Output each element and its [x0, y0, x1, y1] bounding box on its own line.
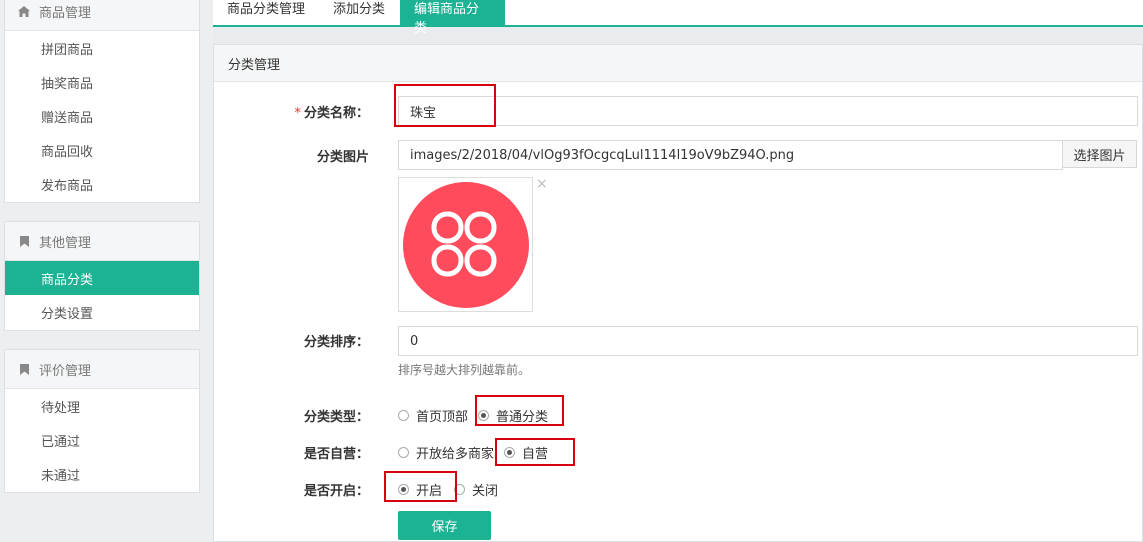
- main-area: 商品分类管理 添加分类 编辑商品分类 分类管理 * 分类名称： 珠宝 分类图片 i…: [213, 0, 1143, 542]
- edit-category-panel: 分类管理 * 分类名称： 珠宝 分类图片 images/2/2018/04/vlO…: [213, 44, 1143, 542]
- sidebar-item-label: 商品回收: [41, 144, 94, 160]
- radio-label: 普通分类: [496, 410, 549, 425]
- sort-input[interactable]: 0: [398, 326, 1138, 356]
- sidebar-item-label: 商品分类: [41, 272, 94, 288]
- sort-help-text: 排序号越大排列越靠前。: [398, 361, 530, 378]
- name-label: * 分类名称：: [249, 102, 369, 121]
- category-image-icon: [403, 182, 529, 308]
- radio-icon: [398, 410, 409, 421]
- sidebar-item-publish-goods[interactable]: 发布商品: [5, 167, 199, 201]
- sidebar-group-other: 其他管理 商品分类 分类设置: [4, 221, 200, 331]
- sort-label-text: 分类排序：: [303, 335, 369, 350]
- sidebar-group-review: 评价管理 待处理 已通过 未通过: [4, 349, 200, 493]
- sidebar-item-label: 发布商品: [41, 178, 94, 194]
- bookmark-icon: [18, 235, 30, 247]
- enable-label-text: 是否开启：: [303, 484, 369, 499]
- sidebar-item-label: 拼团商品: [41, 42, 94, 58]
- image-label: 分类图片: [249, 146, 369, 165]
- tab-add-category[interactable]: 添加分类: [319, 0, 399, 25]
- sidebar-item-recycle-goods[interactable]: 商品回收: [5, 133, 199, 167]
- radio-label: 开放给多商家: [416, 447, 495, 462]
- sidebar-item-label: 已通过: [41, 434, 81, 450]
- home-icon: [18, 5, 30, 17]
- type-label: 分类类型：: [249, 406, 369, 425]
- self-option-open[interactable]: 开放给多商家: [398, 443, 494, 462]
- sidebar-item-approved[interactable]: 已通过: [5, 423, 199, 457]
- remove-image-icon[interactable]: ×: [536, 176, 548, 192]
- radio-checked-icon: [504, 447, 515, 458]
- type-option-normal[interactable]: 普通分类: [478, 406, 548, 425]
- type-label-text: 分类类型：: [303, 410, 369, 425]
- tab-bar: 商品分类管理 添加分类 编辑商品分类: [213, 0, 1143, 36]
- self-option-self[interactable]: 自营: [504, 443, 548, 462]
- sidebar-item-category[interactable]: 商品分类: [5, 261, 199, 295]
- tab-category-manage[interactable]: 商品分类管理: [213, 0, 319, 25]
- radio-checked-icon: [398, 484, 409, 495]
- sidebar-group-label: 其他管理: [39, 235, 92, 251]
- tab-label: 添加分类: [333, 2, 386, 17]
- sidebar-item-category-settings[interactable]: 分类设置: [5, 295, 199, 329]
- image-label-text: 分类图片: [316, 150, 369, 165]
- sidebar-item-pending[interactable]: 待处理: [5, 389, 199, 423]
- sidebar-item-label: 分类设置: [41, 306, 94, 322]
- radio-icon: [398, 447, 409, 458]
- radio-label: 关闭: [472, 484, 499, 499]
- name-input[interactable]: 珠宝: [398, 96, 1138, 126]
- sort-value: 0: [410, 333, 419, 349]
- sidebar-group-title: 评价管理: [5, 350, 199, 389]
- image-path-input[interactable]: images/2/2018/04/vlOg93fOcgcqLul1114l19o…: [398, 140, 1063, 170]
- tab-edit-category[interactable]: 编辑商品分类: [400, 0, 505, 36]
- self-operated-label: 是否自营：: [249, 443, 369, 462]
- panel-title-text: 分类管理: [228, 57, 281, 73]
- panel-title: 分类管理: [214, 45, 1142, 82]
- sidebar-group-title: 其他管理: [5, 222, 199, 261]
- sidebar-item-label: 未通过: [41, 468, 81, 484]
- sidebar-group-label: 商品管理: [39, 5, 92, 21]
- sidebar-group-title: 商品管理: [5, 0, 199, 31]
- radio-label: 首页顶部: [416, 410, 469, 425]
- tab-label: 编辑商品分类: [414, 2, 480, 36]
- select-image-label: 选择图片: [1073, 148, 1126, 164]
- sidebar-item-lottery-goods[interactable]: 抽奖商品: [5, 65, 199, 99]
- remove-image-glyph: ×: [536, 176, 548, 192]
- sort-help-label: 排序号越大排列越靠前。: [398, 363, 531, 377]
- save-button[interactable]: 保存: [398, 511, 491, 540]
- sidebar-group-goods: 商品管理 拼团商品 抽奖商品 赠送商品 商品回收 发布商品: [4, 0, 200, 203]
- radio-label: 开启: [416, 484, 443, 499]
- sidebar: 商品管理 拼团商品 抽奖商品 赠送商品 商品回收 发布商品 其他管理 商品分类 …: [0, 0, 213, 542]
- sidebar-group-label: 评价管理: [39, 363, 92, 379]
- image-path-value: images/2/2018/04/vlOg93fOcgcqLul1114l19o…: [410, 147, 795, 163]
- required-mark: *: [294, 106, 301, 121]
- enable-option-on[interactable]: 开启: [398, 480, 442, 499]
- radio-checked-icon: [478, 410, 489, 421]
- name-label-text: 分类名称：: [303, 106, 369, 121]
- radio-icon: [454, 484, 465, 495]
- self-operated-label-text: 是否自营：: [303, 447, 369, 462]
- sidebar-item-label: 待处理: [41, 400, 81, 416]
- type-option-home-top[interactable]: 首页顶部: [398, 406, 468, 425]
- enable-label: 是否开启：: [249, 480, 369, 499]
- image-thumbnail: [398, 177, 533, 312]
- bookmark-icon: [18, 363, 30, 375]
- sidebar-item-rejected[interactable]: 未通过: [5, 457, 199, 491]
- enable-option-off[interactable]: 关闭: [454, 480, 498, 499]
- radio-label: 自营: [522, 447, 549, 462]
- select-image-button[interactable]: 选择图片: [1062, 140, 1137, 168]
- save-label: 保存: [431, 520, 458, 535]
- sidebar-item-gift-goods[interactable]: 赠送商品: [5, 99, 199, 133]
- sidebar-item-label: 抽奖商品: [41, 76, 94, 92]
- name-value: 珠宝: [410, 105, 437, 121]
- sidebar-item-label: 赠送商品: [41, 110, 94, 126]
- sort-label: 分类排序：: [249, 331, 369, 350]
- tab-label: 商品分类管理: [227, 2, 306, 17]
- sidebar-item-group-goods[interactable]: 拼团商品: [5, 31, 199, 65]
